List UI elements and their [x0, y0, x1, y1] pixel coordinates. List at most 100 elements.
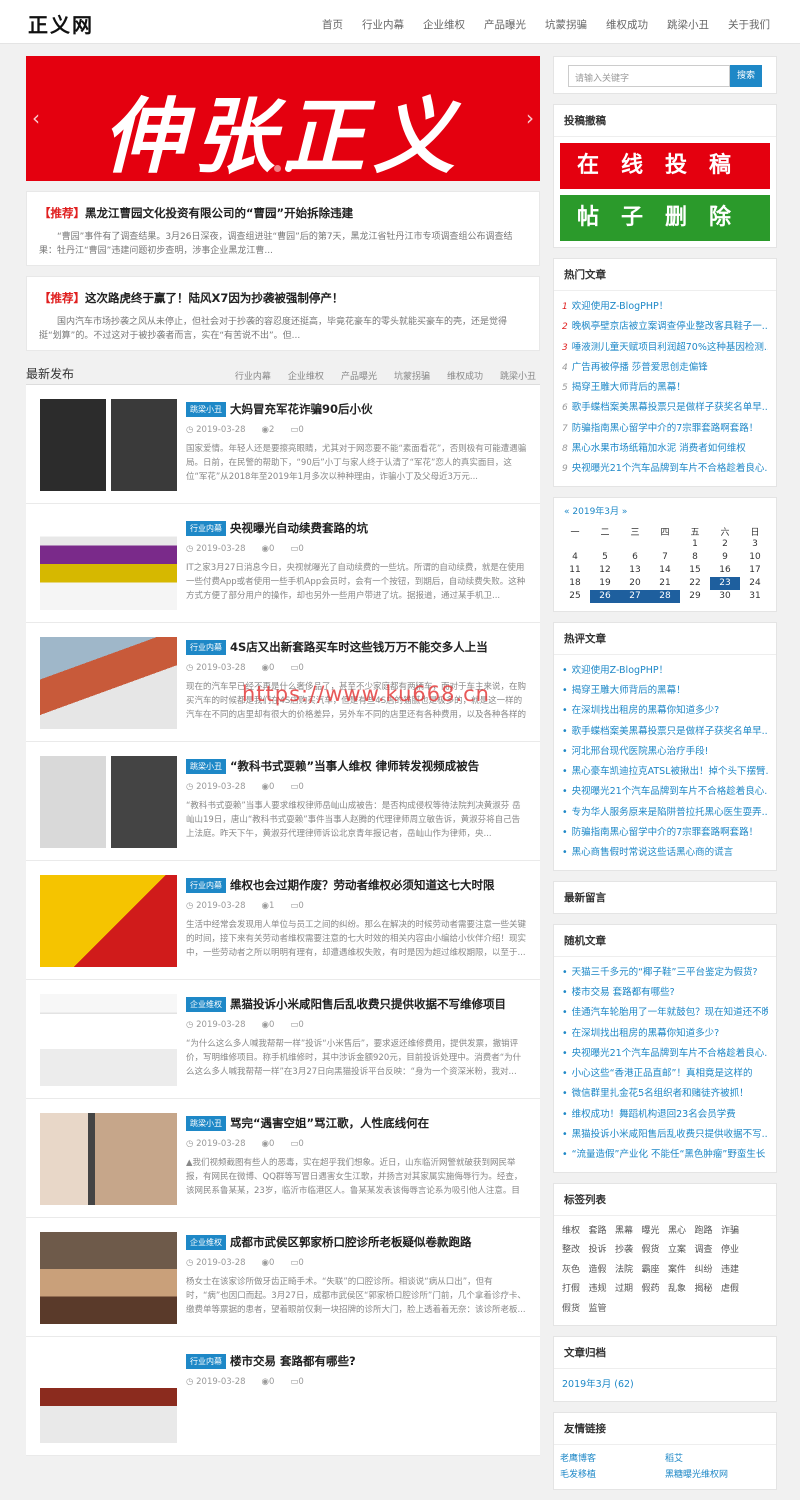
post-thumbnail[interactable] — [40, 994, 177, 1086]
tag-link[interactable]: 灰色 — [562, 1261, 587, 1281]
random-article-item-title[interactable]: 佳通汽车轮胎用了一年就鼓包？现在知道还不晚 — [572, 1007, 768, 1018]
post-thumbnail[interactable] — [40, 1232, 177, 1324]
hot-article-title[interactable]: 欢迎使用Z-BlogPHP！ — [572, 301, 669, 312]
hot-comment-item-title[interactable]: 河北邢台现代医院黑心治疗手段! — [572, 746, 709, 757]
hot-article-item[interactable]: 8 黑心水果市场纸箱加水泥 消费者如何维权 — [562, 439, 768, 459]
random-article-item[interactable]: • 楼市交易 套路都有哪些? — [562, 983, 768, 1003]
hot-article-item[interactable]: 2 晚枫亭壁京店被立案调查停业整改客具鞋子一... — [562, 317, 768, 337]
calendar-day[interactable]: 26 — [590, 589, 620, 603]
chevron-left-icon[interactable]: ‹ — [32, 106, 40, 130]
hot-comment-item[interactable]: • 黑心豪车凯迪拉克ATSL被揪出！掉个头下摆臂... — [562, 762, 768, 782]
tab-industry[interactable]: 行业内幕 — [235, 369, 271, 382]
tag-link[interactable]: 案件 — [668, 1261, 693, 1281]
nav-item-industry[interactable]: 行业内幕 — [362, 17, 404, 32]
tag-link[interactable]: 维权 — [562, 1222, 587, 1242]
random-article-item[interactable]: • 天猫三千多元的“椰子鞋”三平台鉴定为假货? — [562, 963, 768, 983]
hot-comment-item-title[interactable]: 防骗指南黑心留学中介的7宗罪套路啊套路！ — [572, 827, 759, 838]
tag-link[interactable]: 假货 — [642, 1241, 667, 1261]
post-category-tag[interactable]: 跳梁小丑 — [186, 1115, 226, 1131]
hot-article-title[interactable]: 晚枫亭壁京店被立案调查停业整改客具鞋子一... — [572, 321, 768, 332]
delete-post-button[interactable]: 帖子删除 — [560, 195, 770, 241]
post-item[interactable]: 行业内幕 维权也会过期作废？劳动者维权必须知道这七大时限 ◷ 2019-03-28… — [26, 861, 540, 980]
post-category-tag[interactable]: 行业内幕 — [186, 877, 226, 893]
slider-dot[interactable] — [274, 165, 281, 172]
hot-article-title[interactable]: 黑心水果市场纸箱加水泥 消费者如何维权 — [572, 443, 746, 454]
hot-comment-item[interactable]: • 揭穿王雕大师背后的黑幕！ — [562, 681, 768, 701]
random-article-item-title[interactable]: 楼市交易 套路都有哪些? — [572, 987, 675, 998]
hot-comment-item[interactable]: • 央视曝光21个汽车品牌到车片不合格趁着良心... — [562, 782, 768, 802]
random-article-item-title[interactable]: 天猫三千多元的“椰子鞋”三平台鉴定为假货? — [572, 967, 758, 978]
friend-link[interactable]: 稻艾 — [665, 1451, 770, 1467]
featured-post[interactable]: 【推荐】这次路虎终于赢了！陆风X7因为抄袭被强制停产！ 国内汽车市场抄袭之风从未… — [26, 276, 540, 351]
random-article-item[interactable]: • “流量造假”产业化 不能任“黑色肿瘤”野蛮生长 — [562, 1145, 768, 1165]
friend-link[interactable]: 老鹰博客 — [560, 1451, 665, 1467]
site-logo[interactable]: 正义网 — [28, 9, 94, 38]
tag-link[interactable]: 投诉 — [589, 1241, 614, 1261]
random-article-item[interactable]: • 微信群里扎金花5名组织者和赌徒齐被抓！ — [562, 1084, 768, 1104]
tag-link[interactable]: 法院 — [615, 1261, 640, 1281]
tab-scam[interactable]: 坑蒙拐骗 — [394, 369, 430, 382]
hot-comment-item-title[interactable]: 歌手蝶档案美黑幕投票只是做样子获奖名单早... — [572, 726, 768, 737]
post-title[interactable]: 楼市交易 套路都有哪些? — [230, 1353, 356, 1369]
tag-link[interactable]: 套路 — [589, 1222, 614, 1242]
tag-link[interactable]: 抄袭 — [615, 1241, 640, 1261]
post-thumbnail[interactable] — [40, 399, 177, 491]
post-category-tag[interactable]: 企业维权 — [186, 996, 226, 1012]
post-item[interactable]: 跳梁小丑 “教科书式耍赖”当事人维权 律师转发视频成被告 ◷ 2019-03-28… — [26, 742, 540, 861]
archive-item[interactable]: 2019年3月 (62) — [562, 1375, 768, 1395]
post-category-tag[interactable]: 行业内幕 — [186, 1353, 226, 1369]
hot-comment-item[interactable]: • 黑心商售假时常说这些话黑心商的谎言 — [562, 843, 768, 863]
search-input[interactable]: 请输入关键字 — [568, 65, 730, 87]
tag-link[interactable]: 过期 — [615, 1280, 640, 1300]
hot-comment-item-title[interactable]: 欢迎使用Z-BlogPHP！ — [572, 665, 669, 676]
post-category-tag[interactable]: 行业内幕 — [186, 520, 226, 536]
hot-article-title[interactable]: 央视曝光21个汽车品牌到车片不合格趁着良心... — [572, 463, 768, 474]
post-item[interactable]: 行业内幕 楼市交易 套路都有哪些? ◷ 2019-03-28 ◉0 ▭0 — [26, 1337, 540, 1456]
hot-article-item[interactable]: 7 防骗指南黑心留学中介的7宗罪套路啊套路！ — [562, 419, 768, 439]
calendar-prev[interactable]: « — [564, 507, 570, 517]
hot-comment-item[interactable]: • 在深圳找出租房的黑幕你知道多少? — [562, 701, 768, 721]
post-category-tag[interactable]: 跳梁小丑 — [186, 758, 226, 774]
tag-link[interactable]: 假货 — [562, 1300, 587, 1320]
tab-exposure[interactable]: 产品曝光 — [341, 369, 377, 382]
post-category-tag[interactable]: 行业内幕 — [186, 639, 226, 655]
hot-article-title[interactable]: 防骗指南黑心留学中介的7宗罪套路啊套路！ — [572, 423, 759, 434]
hot-comment-item-title[interactable]: 专为华人服务原来是陷阱普拉托黑心医生耍弄... — [572, 807, 768, 818]
post-item[interactable]: 企业维权 成都市武侯区郭家桥口腔诊所老板疑似卷款跑路 ◷ 2019-03-28 ◉0… — [26, 1218, 540, 1337]
tag-link[interactable]: 诈骗 — [721, 1222, 746, 1242]
hot-comment-item[interactable]: • 歌手蝶档案美黑幕投票只是做样子获奖名单早... — [562, 722, 768, 742]
featured-title-text[interactable]: 黑龙江曹园文化投资有限公司的“曹园”开始拆除违建 — [85, 206, 353, 220]
hot-article-item[interactable]: 6 歌手蝶档案美黑幕投票只是做样子获奖名单早... — [562, 398, 768, 418]
tag-link[interactable]: 纠纷 — [695, 1261, 720, 1281]
nav-item-home[interactable]: 首页 — [322, 17, 343, 32]
random-article-item-title[interactable]: 小心这些“香港正品直邮”！真相竟是这样的 — [572, 1068, 753, 1079]
tag-link[interactable]: 黑幕 — [615, 1222, 640, 1242]
post-item[interactable]: 行业内幕 央视曝光自动续费套路的坑 ◷ 2019-03-28 ◉0 ▭0 IT之家3月… — [26, 504, 540, 623]
featured-title[interactable]: 【推荐】黑龙江曹园文化投资有限公司的“曹园”开始拆除违建 — [39, 205, 527, 221]
hot-comment-item-title[interactable]: 揭穿王雕大师背后的黑幕！ — [572, 685, 686, 696]
tag-link[interactable]: 揭秘 — [695, 1280, 720, 1300]
post-title[interactable]: 维权也会过期作废？劳动者维权必须知道这七大时限 — [230, 877, 495, 893]
tag-link[interactable]: 整改 — [562, 1241, 587, 1261]
hot-comment-item[interactable]: • 专为华人服务原来是陷阱普拉托黑心医生耍弄... — [562, 803, 768, 823]
random-article-item-title[interactable]: “流量造假”产业化 不能任“黑色肿瘤”野蛮生长 — [572, 1149, 766, 1160]
tab-success[interactable]: 维权成功 — [447, 369, 483, 382]
post-thumbnail[interactable] — [40, 637, 177, 729]
tag-link[interactable]: 调查 — [695, 1241, 720, 1261]
tab-clown[interactable]: 跳梁小丑 — [500, 369, 536, 382]
hot-comment-item[interactable]: • 河北邢台现代医院黑心治疗手段! — [562, 742, 768, 762]
post-title[interactable]: “教科书式耍赖”当事人维权 律师转发视频成被告 — [230, 758, 479, 774]
post-thumbnail[interactable] — [40, 518, 177, 610]
random-article-item[interactable]: • 黑猫投诉小米咸阳售后乱收费只提供收据不写... — [562, 1125, 768, 1145]
tag-link[interactable]: 打假 — [562, 1280, 587, 1300]
random-article-item[interactable]: • 维权成功！舞蹈机构退回23名会员学费 — [562, 1105, 768, 1125]
random-article-item-title[interactable]: 黑猫投诉小米咸阳售后乱收费只提供收据不写... — [572, 1129, 768, 1140]
hot-article-title[interactable]: 广告再被停播 莎普爱思创走偏锋 — [572, 362, 708, 373]
post-item[interactable]: 企业维权 黑猫投诉小米咸阳售后乱收费只提供收据不写维修项目 ◷ 2019-03-2… — [26, 980, 540, 1099]
hot-comment-item-title[interactable]: 在深圳找出租房的黑幕你知道多少? — [572, 705, 720, 716]
hot-article-title[interactable]: 揭穿王雕大师背后的黑幕！ — [572, 382, 686, 393]
hot-article-item[interactable]: 5 揭穿王雕大师背后的黑幕！ — [562, 378, 768, 398]
tag-link[interactable]: 违建 — [721, 1261, 746, 1281]
slider-dot-active[interactable] — [285, 165, 292, 172]
post-title[interactable]: 黑猫投诉小米咸阳售后乱收费只提供收据不写维修项目 — [230, 996, 506, 1012]
